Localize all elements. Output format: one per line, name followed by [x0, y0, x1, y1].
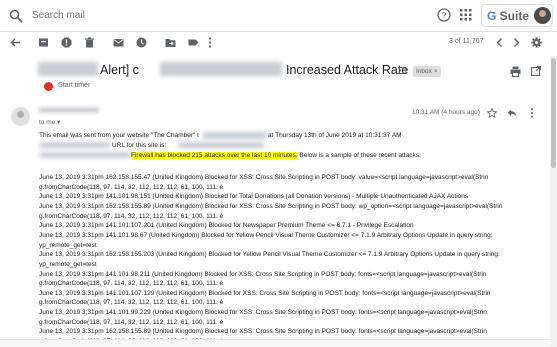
snooze-icon[interactable] — [136, 37, 147, 48]
help-icon[interactable]: ? — [437, 8, 451, 22]
mark-unread-icon[interactable] — [113, 37, 124, 48]
report-spam-icon[interactable] — [61, 37, 72, 48]
attack-log-line: June 13, 2019 3:31pm 141.101.99.229 (Uni… — [39, 309, 487, 317]
remove-label-icon[interactable]: × — [434, 68, 438, 75]
settings-gear-icon[interactable] — [531, 37, 542, 48]
move-to-icon[interactable] — [165, 37, 176, 48]
scrollbar-thumb[interactable] — [551, 58, 556, 168]
newer-chevron-icon[interactable] — [496, 37, 503, 48]
attack-log-line: June 13, 2019 3:31pm 141.101.98.151 (Uni… — [39, 193, 469, 201]
attack-log-line: yp_remote_get=test — [39, 241, 97, 249]
start-timer-label: Start timer — [58, 82, 91, 89]
subject-row: Alert] c Increased Attack Rate Inbox × — [0, 60, 557, 84]
redaction — [40, 142, 110, 148]
attack-log-line: June 13, 2019 3:31pm 162.158.155.89 (Uni… — [39, 202, 503, 210]
attack-log-line: June 13, 2019 3:31pm 141.101.98.67 (Unit… — [39, 231, 493, 239]
redaction — [203, 132, 267, 139]
sender-name-redaction — [39, 107, 99, 113]
subject-redaction — [160, 62, 282, 76]
reply-icon[interactable] — [507, 108, 517, 118]
firewall-summary: Firewall has blocked 215 attacks over th… — [131, 152, 421, 159]
attack-log-line: June 13, 2019 3:31pm 141.101.98.211 (Uni… — [39, 270, 487, 278]
attack-log-line: June 13, 2019 3:31pm 162.158.155.89 (Uni… — [39, 328, 487, 336]
redaction — [40, 152, 130, 158]
gsuite-logo: G Suite — [487, 9, 530, 23]
horizontal-scrollbar[interactable] — [0, 339, 550, 347]
open-in-new-window-icon[interactable] — [531, 66, 541, 76]
search-icon[interactable] — [9, 9, 23, 23]
star-icon[interactable] — [487, 108, 497, 118]
attack-log-line: g.fromCharCode(118, 97, 114, 32, 112, 11… — [39, 299, 224, 307]
gsuite-account-box[interactable]: G Suite — [481, 4, 553, 27]
subject-part-1: Alert] c — [100, 63, 139, 77]
attack-log-line: g.fromCharCode(118, 97, 114, 32, 112, 11… — [39, 183, 224, 191]
delete-icon[interactable] — [84, 37, 95, 48]
pagination-count: 3 of 11,767 — [449, 38, 484, 45]
print-icon[interactable] — [510, 66, 521, 77]
attack-log-line: June 13, 2019 3:31pm 162.158.155.203 (Un… — [39, 251, 500, 259]
inbox-label-chip[interactable]: Inbox × — [413, 66, 441, 77]
subject-part-2: Increased Attack Rate — [286, 63, 409, 77]
sender-avatar[interactable] — [11, 107, 30, 126]
recipient-dropdown[interactable]: to me ▾ — [39, 118, 60, 126]
important-marker-icon[interactable] — [398, 67, 407, 74]
timer-icon — [44, 82, 53, 91]
intro-line-a: This email was sent from your website "T… — [39, 132, 199, 139]
attack-log-line: June 13, 2019 3:31pm 162.158.155.47 (Uni… — [39, 174, 489, 181]
attack-log-line: g.fromCharCode(118, 97, 114, 32, 112, 11… — [39, 280, 224, 288]
firewall-highlight: Firewall has blocked 215 attacks over th… — [131, 152, 298, 159]
subject-redaction — [38, 62, 98, 76]
message-date: 10:31 AM (4 hours ago) — [412, 109, 480, 116]
attack-log-line: g.fromCharCode(118, 97, 114, 32, 112, 11… — [39, 212, 224, 220]
intro-line-b: at Thursday 13th of June 2019 at 10:31:3… — [268, 132, 402, 139]
attack-log-line: g.fromCharCode(118, 97, 114, 32, 112, 11… — [39, 318, 224, 326]
message-more-icon[interactable] — [530, 108, 534, 118]
attack-log-line: June 13, 2019 3:31pm 141.101.107.201 (Un… — [39, 222, 414, 230]
top-bar: ? G Suite — [0, 0, 557, 32]
message-toolbar: 3 of 11,767 — [0, 32, 557, 54]
more-options-icon[interactable] — [208, 37, 212, 48]
archive-icon[interactable] — [38, 37, 49, 48]
older-chevron-icon[interactable] — [513, 37, 520, 48]
account-avatar[interactable] — [534, 7, 551, 24]
redaction — [178, 142, 264, 148]
apps-grid-icon[interactable] — [460, 9, 472, 21]
search-input[interactable] — [32, 9, 332, 21]
svg-text:?: ? — [442, 11, 447, 20]
back-arrow-icon[interactable] — [10, 37, 21, 48]
url-label: URL for this site is: — [112, 142, 167, 149]
attack-log-line: yp_remote_get=test — [39, 260, 97, 268]
label-icon[interactable] — [188, 37, 199, 48]
attack-log-line: June 13, 2019 3:31pm 141.101.107.129 (Un… — [39, 289, 491, 297]
